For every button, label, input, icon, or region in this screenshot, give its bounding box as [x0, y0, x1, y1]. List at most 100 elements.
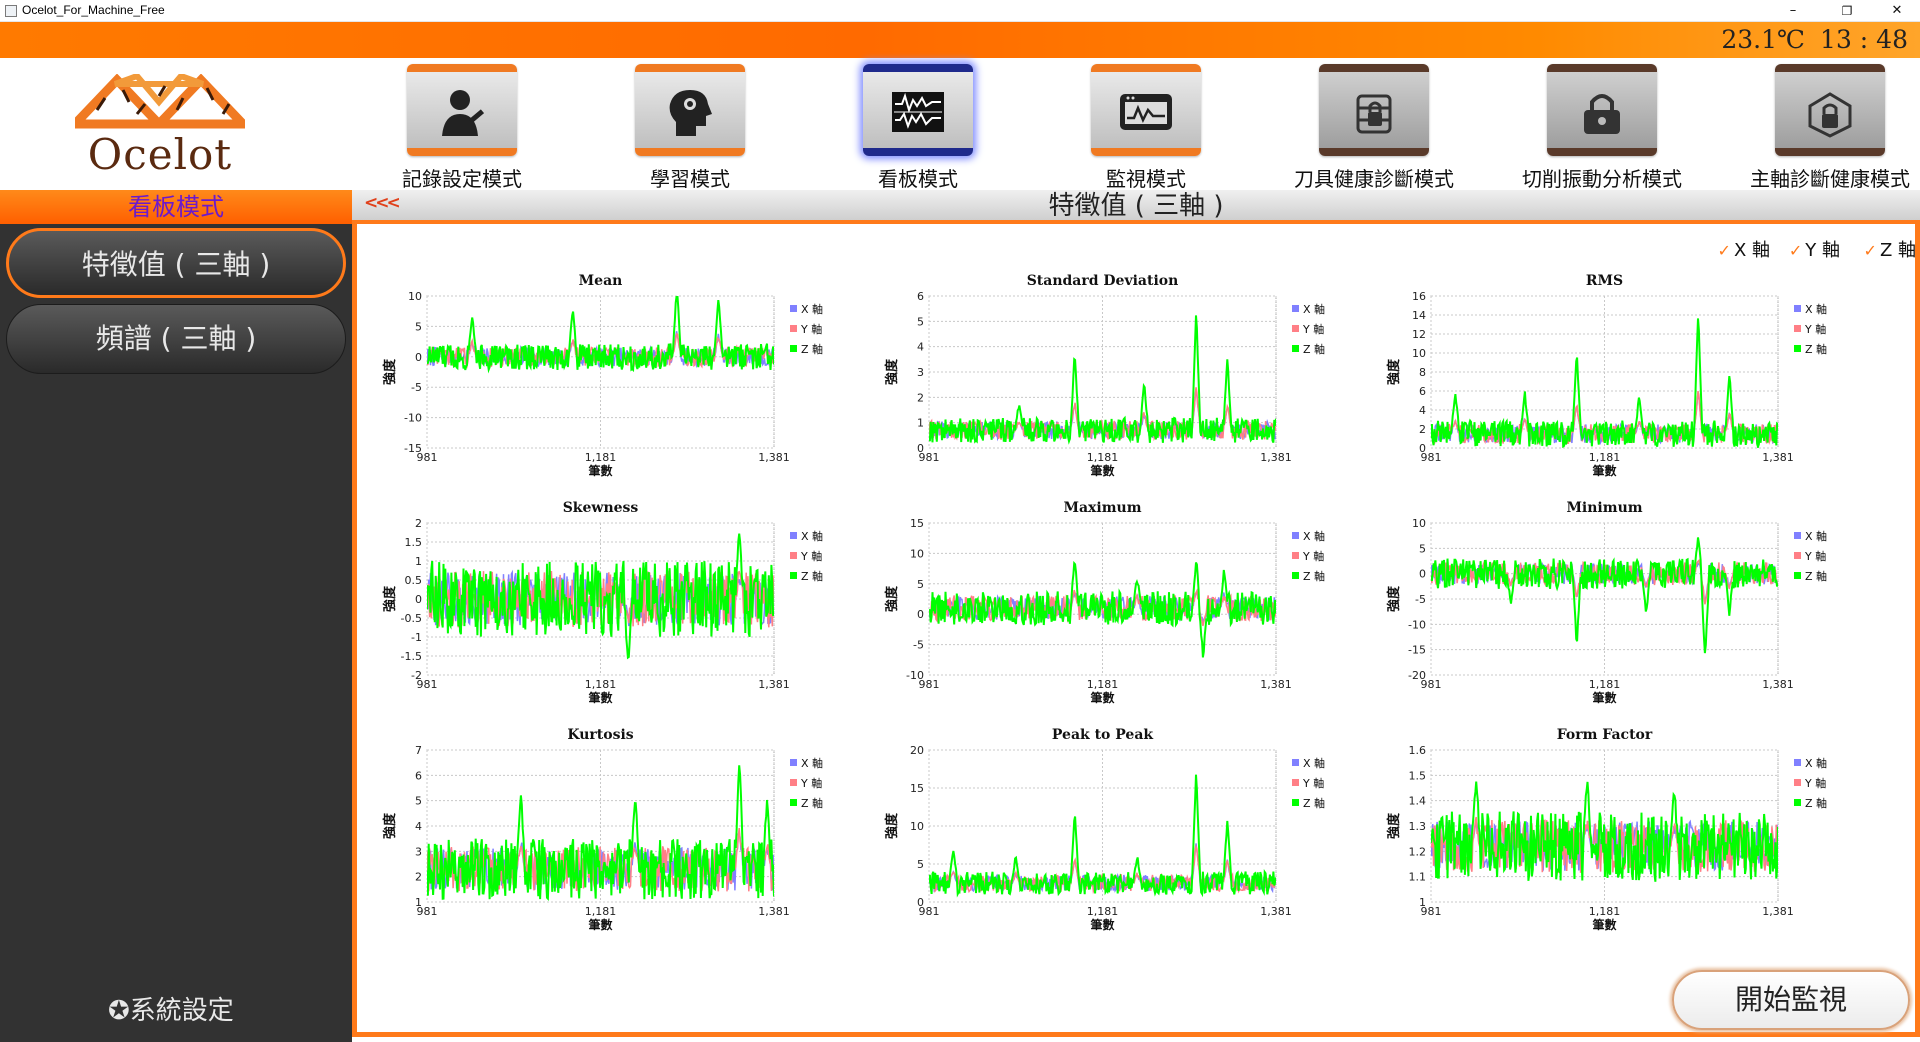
legend-swatch [1794, 779, 1801, 786]
legend-label: Z 軸 [801, 342, 823, 356]
legend-swatch [1794, 345, 1801, 352]
y-tick-label: 5 [1419, 542, 1426, 555]
mode-label: 主軸診斷健康模式 [1750, 167, 1910, 191]
y-tick-label: 1.3 [1409, 820, 1427, 833]
start-monitoring-button[interactable]: 開始監視 [1672, 970, 1910, 1030]
mode-dashboard[interactable]: 看板模式 [821, 64, 1001, 191]
y-tick-label: -1 [411, 631, 422, 644]
x-axis-toggle-label: X 軸 [1733, 240, 1770, 261]
x-tick-label: 1,381 [1762, 678, 1794, 691]
mode-label: 切削振動分析模式 [1522, 167, 1682, 191]
y-tick-label: 4 [1419, 404, 1426, 417]
legend-label: Z 軸 [1303, 796, 1325, 810]
legend-swatch [1794, 799, 1801, 806]
chart-svg: Peak to Peak05101520981 1,181 1,381筆數強度X 軸… [884, 727, 1325, 932]
close-button[interactable]: ✕ [1874, 0, 1920, 22]
y-axis-toggle[interactable]: ✓ Y 軸 [1789, 236, 1840, 262]
mode-dashboard-button[interactable] [863, 64, 973, 156]
y-axis-label: 強度 [884, 585, 900, 612]
logo-roof-icon [75, 74, 245, 129]
chart-peak-to-peak: Peak to Peak 0 5 10 15 20 981 1,181 1,381 筆數 強度 X 軸… [884, 722, 1364, 934]
window-titlebar: Ocelot_For_Machine_Free – ❐ ✕ [0, 0, 1920, 22]
legend-label: Y 軸 [1804, 776, 1826, 790]
y-tick-label: 14 [1412, 309, 1426, 322]
x-tick-label: 1,181 [585, 678, 617, 691]
x-tick-label: 981 [1421, 678, 1442, 691]
y-tick-label: 5 [415, 795, 422, 808]
y-tick-label: 1.6 [1409, 744, 1427, 757]
mode-learning[interactable]: 學習模式 [593, 64, 773, 191]
y-tick-label: 0 [415, 593, 422, 606]
legend-swatch [790, 305, 797, 312]
chart-kurtosis: Kurtosis 1 2 3 4 5 6 7 981 1,181 1,381 筆數 強度 X 軸Y 軸Z … [382, 722, 862, 934]
mode-tool-health[interactable]: 刀具健康診斷模式 [1277, 64, 1457, 191]
x-axis-label: 筆數 [588, 690, 612, 705]
mode-monitor-button[interactable] [1091, 64, 1201, 156]
x-tick-label: 1,381 [1260, 451, 1292, 464]
chart-svg: Minimum-20-15-10-50510981 1,181 1,381筆數強度X… [1386, 500, 1827, 705]
x-tick-label: 981 [1421, 905, 1442, 918]
mode-cutting-vibration-button[interactable] [1547, 64, 1657, 156]
mode-record-settings[interactable]: 記錄設定模式 [365, 64, 545, 191]
mode-monitor[interactable]: 監視模式 [1049, 64, 1229, 191]
x-tick-label: 1,381 [1762, 905, 1794, 918]
mode-label: 刀具健康診斷模式 [1294, 167, 1454, 191]
x-axis-label: 筆數 [1592, 463, 1616, 478]
checkmark-icon: ✓ [1863, 241, 1877, 260]
mode-spindle-health[interactable]: 主軸診斷健康模式 [1733, 64, 1913, 191]
legend-swatch [790, 532, 797, 539]
y-tick-label: -15 [1408, 644, 1426, 657]
restore-button[interactable]: ❐ [1824, 0, 1870, 22]
legend-label: Y 軸 [800, 776, 822, 790]
brain-gear-icon [669, 90, 712, 136]
sidebar-item-spectrum[interactable]: 頻譜 ( 三軸 ) [6, 304, 346, 374]
x-axis-toggle[interactable]: ✓ X 軸 [1718, 236, 1770, 262]
checkmark-icon: ✓ [1717, 241, 1731, 260]
y-tick-label: 1.5 [405, 536, 423, 549]
legend-swatch [1292, 779, 1299, 786]
content-header: 特徵值 ( 三軸 ) <<< [352, 190, 1920, 224]
legend-swatch [1794, 325, 1801, 332]
chart-rms: RMS 0 2 4 6 8 10 12 14 16 981 1,181 1,381 筆數 強度 X 軸Y 軸Z… [1386, 268, 1866, 480]
monitor-screen-icon [1120, 94, 1172, 130]
y-tick-label: 1 [917, 417, 924, 430]
y-tick-label: 5 [917, 858, 924, 871]
y-tick-label: 3 [917, 366, 924, 379]
system-settings-link[interactable]: ✪系統設定 [108, 990, 234, 1027]
x-tick-label: 981 [919, 905, 940, 918]
legend-swatch [1292, 345, 1299, 352]
y-tick-label: 2 [415, 871, 422, 884]
chart-title: Form Factor [1557, 727, 1653, 743]
minimize-button[interactable]: – [1770, 0, 1816, 22]
z-axis-toggle[interactable]: ✓ Z 軸 [1864, 236, 1916, 262]
y-tick-label: 4 [917, 341, 924, 354]
x-axis-label: 筆數 [1090, 463, 1114, 478]
chart-skewness: Skewness -2 -1.5 -1 -0.5 0 0.5 1 1.5 2 981 1,181 1,3… [382, 495, 862, 707]
sidebar: 特徵值 ( 三軸 ) 頻譜 ( 三軸 ) [0, 224, 352, 1042]
mode-cutting-vibration[interactable]: 切削振動分析模式 [1505, 64, 1685, 191]
header-bar: 23.1℃ 13 : 48 [0, 22, 1920, 58]
back-button[interactable]: <<< [364, 193, 401, 213]
window-title: Ocelot_For_Machine_Free [22, 3, 165, 17]
tool-lock-icon [1356, 94, 1392, 134]
legend-label: X 軸 [1303, 529, 1325, 543]
x-tick-label: 1,181 [585, 905, 617, 918]
legend-swatch [790, 325, 797, 332]
legend-label: Y 軸 [1302, 776, 1324, 790]
y-axis-label: 強度 [382, 585, 398, 612]
x-tick-label: 1,181 [585, 451, 617, 464]
chart-title: Skewness [563, 500, 639, 516]
sidebar-item-features[interactable]: 特徵值 ( 三軸 ) [6, 228, 346, 298]
chart-mean: Mean -15 -10 -5 0 5 10 981 1,181 1,381 筆數 強度 X 軸Y 軸Z… [382, 268, 862, 480]
mode-learning-button[interactable] [635, 64, 745, 156]
mode-spindle-health-button[interactable] [1775, 64, 1885, 156]
x-tick-label: 1,381 [758, 451, 790, 464]
mode-tool-health-button[interactable] [1319, 64, 1429, 156]
legend-label: X 軸 [801, 302, 823, 316]
legend-swatch [1292, 799, 1299, 806]
chart-svg: Skewness-2-1.5-1-0.500.511.52981 1,181 1,3… [382, 500, 823, 705]
legend-label: X 軸 [1805, 529, 1827, 543]
x-tick-label: 1,381 [758, 678, 790, 691]
x-tick-label: 981 [417, 451, 438, 464]
mode-record-settings-button[interactable] [407, 64, 517, 156]
